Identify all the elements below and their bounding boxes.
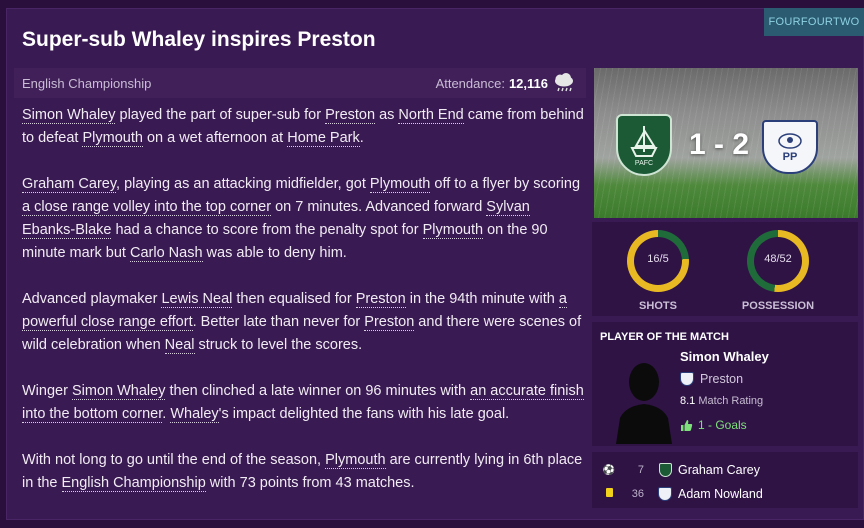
shots-ring: 16/5 <box>627 230 689 292</box>
article-paragraph: With not long to go until the end of the… <box>22 449 584 495</box>
article-paragraph: Simon Whaley played the part of super-su… <box>22 104 584 150</box>
article-text: Winger <box>22 383 72 399</box>
potm-rating-value: 8.1 <box>680 395 696 407</box>
article-text: then equalised for <box>232 291 356 307</box>
article-link[interactable]: Home Park <box>287 130 360 147</box>
event-minute: 36 <box>631 488 644 500</box>
potm-club-name: Preston <box>700 372 744 386</box>
match-stats: 16/5 SHOTS 48/52 POSSESSION <box>592 222 858 316</box>
article-paragraph: Graham Carey, playing as an attacking mi… <box>22 173 584 265</box>
yellow-card-icon <box>605 488 613 497</box>
source-tag[interactable]: FOURFOURTWO <box>764 8 864 36</box>
match-score: 1 - 2 <box>688 128 750 161</box>
article-link[interactable]: Graham Carey <box>22 176 117 193</box>
thumbs-up-icon <box>681 419 693 431</box>
article-link[interactable]: Preston <box>364 314 415 331</box>
article-text: in the 94th minute with <box>405 291 559 307</box>
article-paragraph: Winger Simon Whaley then clinched a late… <box>22 380 584 426</box>
article-text: With not long to go until the end of the… <box>22 452 326 468</box>
page-title: Super-sub Whaley inspires Preston <box>22 28 376 51</box>
article-text: with 73 points from 43 matches. <box>205 475 415 491</box>
article-paragraph: Advanced playmaker Lewis Neal then equal… <box>22 288 584 357</box>
article-link[interactable]: a close range volley into the top corner <box>22 199 272 216</box>
article-text: played the part of super-sub for <box>115 107 326 123</box>
article-text: was able to deny him. <box>202 245 347 261</box>
preston-crest-icon[interactable]: PP <box>762 120 818 174</box>
possession-value: 48/52 <box>764 253 792 265</box>
player-silhouette-icon <box>616 363 672 444</box>
article-text: struck to level the scores. <box>194 337 363 353</box>
article-link[interactable]: Whaley <box>170 406 219 423</box>
article-text: off to a flyer by scoring <box>430 176 581 192</box>
rain-cloud-icon <box>555 73 573 92</box>
article-link[interactable]: Plymouth <box>325 452 386 469</box>
possession-ring: 48/52 <box>747 230 809 292</box>
home-crest-text: PAFC <box>635 160 653 167</box>
article-link[interactable]: Neal <box>164 337 195 354</box>
article-text: Advanced playmaker <box>22 291 162 307</box>
possession-stat[interactable]: 48/52 POSSESSION <box>718 230 838 312</box>
attendance-value: 12,116 <box>508 75 548 91</box>
article-text: had a chance to score from the penalty s… <box>111 222 423 238</box>
article-text: then clinched a late winner on 96 minute… <box>165 383 471 399</box>
competition-label[interactable]: English Championship <box>22 76 151 91</box>
article-link[interactable]: Plymouth <box>369 176 431 193</box>
football-icon: ⚽ <box>602 464 616 476</box>
event-player: Adam Nowland <box>678 487 763 501</box>
shots-label: SHOTS <box>639 300 677 312</box>
article-link[interactable]: Simon Whaley <box>71 383 166 400</box>
potm-player-name[interactable]: Simon Whaley <box>680 349 769 364</box>
potm-goals-text: 1 - Goals <box>698 418 747 432</box>
attendance: Attendance: 12,116 <box>436 73 576 93</box>
plymouth-badge-icon <box>658 463 672 477</box>
potm-title: PLAYER OF THE MATCH <box>600 331 729 343</box>
article-text: on 7 minutes. Advanced forward <box>271 199 487 215</box>
article-link[interactable]: Preston <box>355 291 406 308</box>
article-link[interactable]: Lewis Neal <box>161 291 233 308</box>
attendance-label: Attendance: <box>435 75 505 91</box>
article-link[interactable]: Preston <box>325 107 376 124</box>
article-link[interactable]: North End <box>398 107 464 124</box>
potm-goals: 1 - Goals <box>680 418 747 432</box>
article-link[interactable]: Plymouth <box>82 130 143 147</box>
player-of-the-match: PLAYER OF THE MATCH Simon Whaley Preston… <box>592 322 858 446</box>
possession-label: POSSESSION <box>741 300 815 312</box>
article-text: , playing as an attacking midfielder, go… <box>116 176 370 192</box>
preston-badge-icon <box>680 372 694 386</box>
potm-club[interactable]: Preston <box>680 372 743 386</box>
article-link[interactable]: Simon Whaley <box>22 107 116 124</box>
article-text: 's impact delighted the fans with his la… <box>218 406 510 422</box>
article-text: . <box>359 130 364 146</box>
event-player: Graham Carey <box>678 463 760 477</box>
away-crest-text: PP <box>782 151 798 163</box>
shots-value: 16/5 <box>647 253 669 265</box>
potm-rating-label: Match Rating <box>698 395 764 407</box>
article-text: . Better late than never for <box>192 314 365 330</box>
article-text: on a wet afternoon at <box>142 130 288 146</box>
article-body: Simon Whaley played the part of super-su… <box>22 104 584 518</box>
match-meta-bar: English Championship Attendance: 12,116 <box>14 68 586 98</box>
event-minute: 7 <box>637 464 644 476</box>
event-row[interactable]: ⚽ 7 Graham Carey <box>602 460 852 480</box>
match-events: ⚽ 7 Graham Carey 36 Adam Nowland <box>592 452 858 508</box>
shots-stat[interactable]: 16/5 SHOTS <box>598 230 718 312</box>
match-score-banner: PAFC 1 - 2 PP <box>594 68 858 218</box>
article-link[interactable]: Carlo Nash <box>130 245 203 262</box>
event-row[interactable]: 36 Adam Nowland <box>602 484 852 504</box>
article-link[interactable]: Plymouth <box>422 222 484 239</box>
article-text: as <box>375 107 399 123</box>
preston-badge-icon <box>658 487 672 501</box>
article-link[interactable]: English Championship <box>61 475 206 492</box>
potm-rating: 8.1 Match Rating <box>680 395 763 407</box>
plymouth-crest-icon[interactable]: PAFC <box>616 114 672 176</box>
